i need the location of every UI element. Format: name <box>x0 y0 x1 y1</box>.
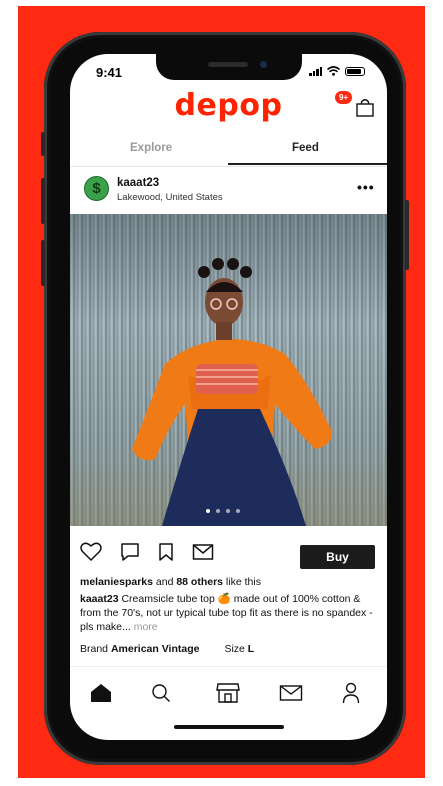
message-icon[interactable] <box>192 543 214 561</box>
likes-middle: and <box>152 576 177 588</box>
page-dot-4[interactable] <box>236 509 240 513</box>
brand-label: Brand <box>80 643 111 655</box>
status-time: 9:41 <box>96 65 123 80</box>
buy-button[interactable]: Buy <box>300 545 375 569</box>
notch <box>156 54 302 80</box>
page-dot-3[interactable] <box>226 509 230 513</box>
heart-icon[interactable] <box>80 542 102 562</box>
nav-profile[interactable] <box>336 678 366 708</box>
more-options-icon[interactable]: ••• <box>357 179 375 195</box>
signal-icon <box>309 66 322 76</box>
bookmark-icon[interactable] <box>158 542 174 562</box>
page-dot-2[interactable] <box>216 509 220 513</box>
likes-suffix: like this <box>223 576 261 588</box>
shop-icon <box>216 683 240 703</box>
page-dot-1[interactable] <box>206 509 210 513</box>
description-text: Creamsicle tube top 🍊 made out of 100% c… <box>80 593 373 633</box>
post-description: kaaat23 Creamsicle tube top 🍊 made out o… <box>80 592 376 634</box>
profile-icon <box>342 682 360 704</box>
liker-username[interactable]: melaniesparks <box>80 576 153 588</box>
bag-badge: 9+ <box>335 91 353 104</box>
mail-icon <box>279 685 303 701</box>
post-location: Lakewood, United States <box>117 192 223 203</box>
size-label: Size <box>224 643 248 655</box>
home-indicator[interactable] <box>174 725 284 729</box>
wifi-icon <box>327 66 340 76</box>
phone-power-button <box>405 200 409 270</box>
app-screen: 9:41 depop 9+ Explore Feed $ kaaat23 Lak… <box>70 54 387 740</box>
more-link[interactable]: more <box>131 621 158 633</box>
nav-home[interactable] <box>86 678 116 708</box>
model-figure <box>132 258 332 526</box>
camera <box>260 61 267 68</box>
battery-icon <box>345 66 365 76</box>
tabs-divider <box>70 166 387 167</box>
search-icon <box>152 684 170 702</box>
tab-explore[interactable]: Explore <box>130 142 172 154</box>
product-photo[interactable] <box>70 214 387 526</box>
shopping-bag-icon[interactable] <box>356 98 374 117</box>
nav-divider <box>70 666 387 667</box>
product-meta: Brand American Vintage Size L <box>80 643 254 655</box>
avatar[interactable]: $ <box>84 176 109 201</box>
phone-volume-down <box>41 240 45 286</box>
bottom-nav <box>70 678 387 708</box>
brand-value[interactable]: American Vintage <box>111 643 200 655</box>
nav-search[interactable] <box>146 678 176 708</box>
speaker <box>208 62 248 67</box>
description-username[interactable]: kaaat23 <box>80 593 119 605</box>
size-value: L <box>247 643 255 655</box>
nav-shop[interactable] <box>213 678 243 708</box>
feed-tabs: Explore Feed <box>70 134 387 165</box>
post-actions <box>80 542 214 562</box>
phone-volume-up <box>41 178 45 224</box>
phone-side-button <box>41 132 45 156</box>
comment-icon[interactable] <box>120 542 140 562</box>
tab-feed[interactable]: Feed <box>292 142 319 154</box>
home-icon <box>91 684 111 702</box>
active-tab-indicator <box>228 163 387 165</box>
nav-mail[interactable] <box>276 678 306 708</box>
likes-text: melaniesparks and 88 others like this <box>80 576 261 588</box>
post-username[interactable]: kaaat23 <box>117 177 159 189</box>
likes-others[interactable]: 88 others <box>176 576 223 588</box>
image-pagination[interactable] <box>206 509 240 513</box>
dollar-sign-icon: $ <box>92 180 101 197</box>
status-icons <box>309 66 365 76</box>
